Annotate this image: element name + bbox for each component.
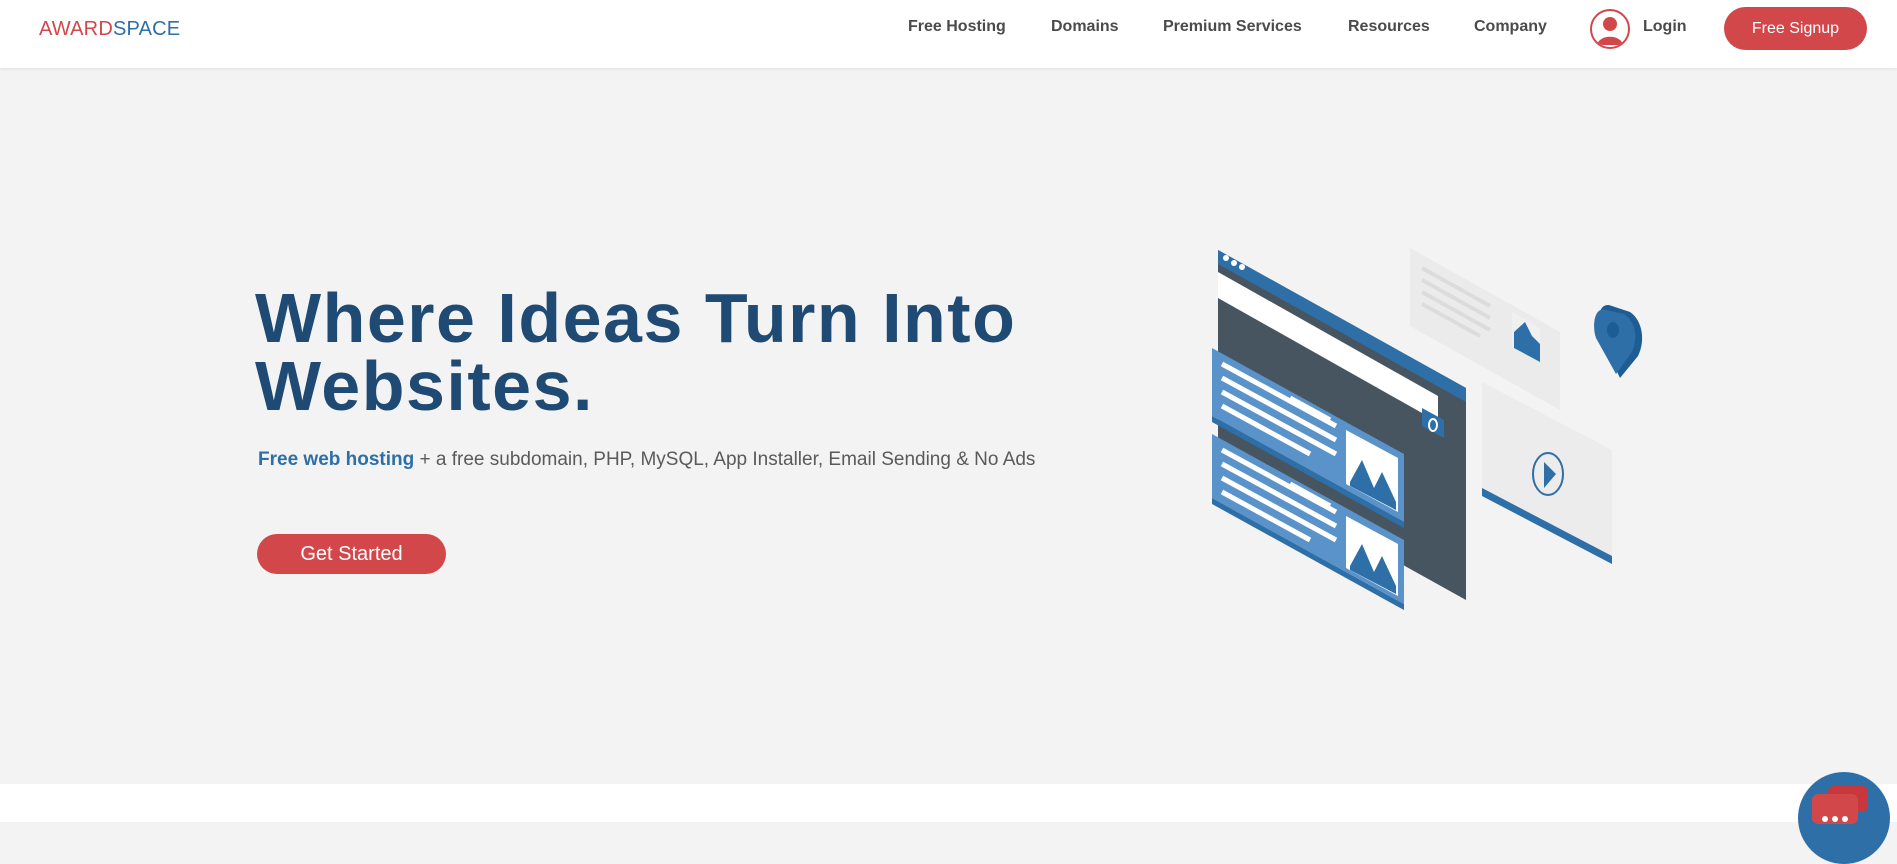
chat-dot [1832,816,1838,822]
login-label: Login [1643,18,1687,35]
user-avatar-icon [1590,9,1630,49]
hero-title: Where Ideas Turn Into Websites. [255,279,1017,425]
chat-dot [1822,816,1828,822]
get-started-button[interactable]: Get Started [257,534,446,574]
nav-resources[interactable]: Resources [1348,18,1430,36]
hero-subtitle: Free web hosting + a free subdomain, PHP… [258,449,1035,471]
chat-bubble-icon[interactable] [1798,772,1890,864]
next-section-strip [0,784,1897,822]
nav-company[interactable]: Company [1474,18,1547,36]
free-signup-button[interactable]: Free Signup [1724,7,1867,50]
hero-illustration [1212,248,1643,610]
logo-text-space: SPACE [112,18,181,40]
nav-premium-services[interactable]: Premium Services [1163,18,1302,36]
logo-text-award: AWARD [39,18,113,40]
subtitle-rest: + a free subdomain, PHP, MySQL, App Inst… [414,449,1036,470]
site-header: AWARDSPACE Free Hosting Domains Premium … [0,0,1897,68]
awardspace-logo[interactable]: AWARDSPACE [39,18,180,41]
nav-free-hosting[interactable]: Free Hosting [908,18,1006,36]
chat-dot [1842,816,1848,822]
subtitle-highlight: Free web hosting [258,449,415,470]
location-pin-icon [1594,304,1643,378]
nav-domains[interactable]: Domains [1051,18,1119,36]
